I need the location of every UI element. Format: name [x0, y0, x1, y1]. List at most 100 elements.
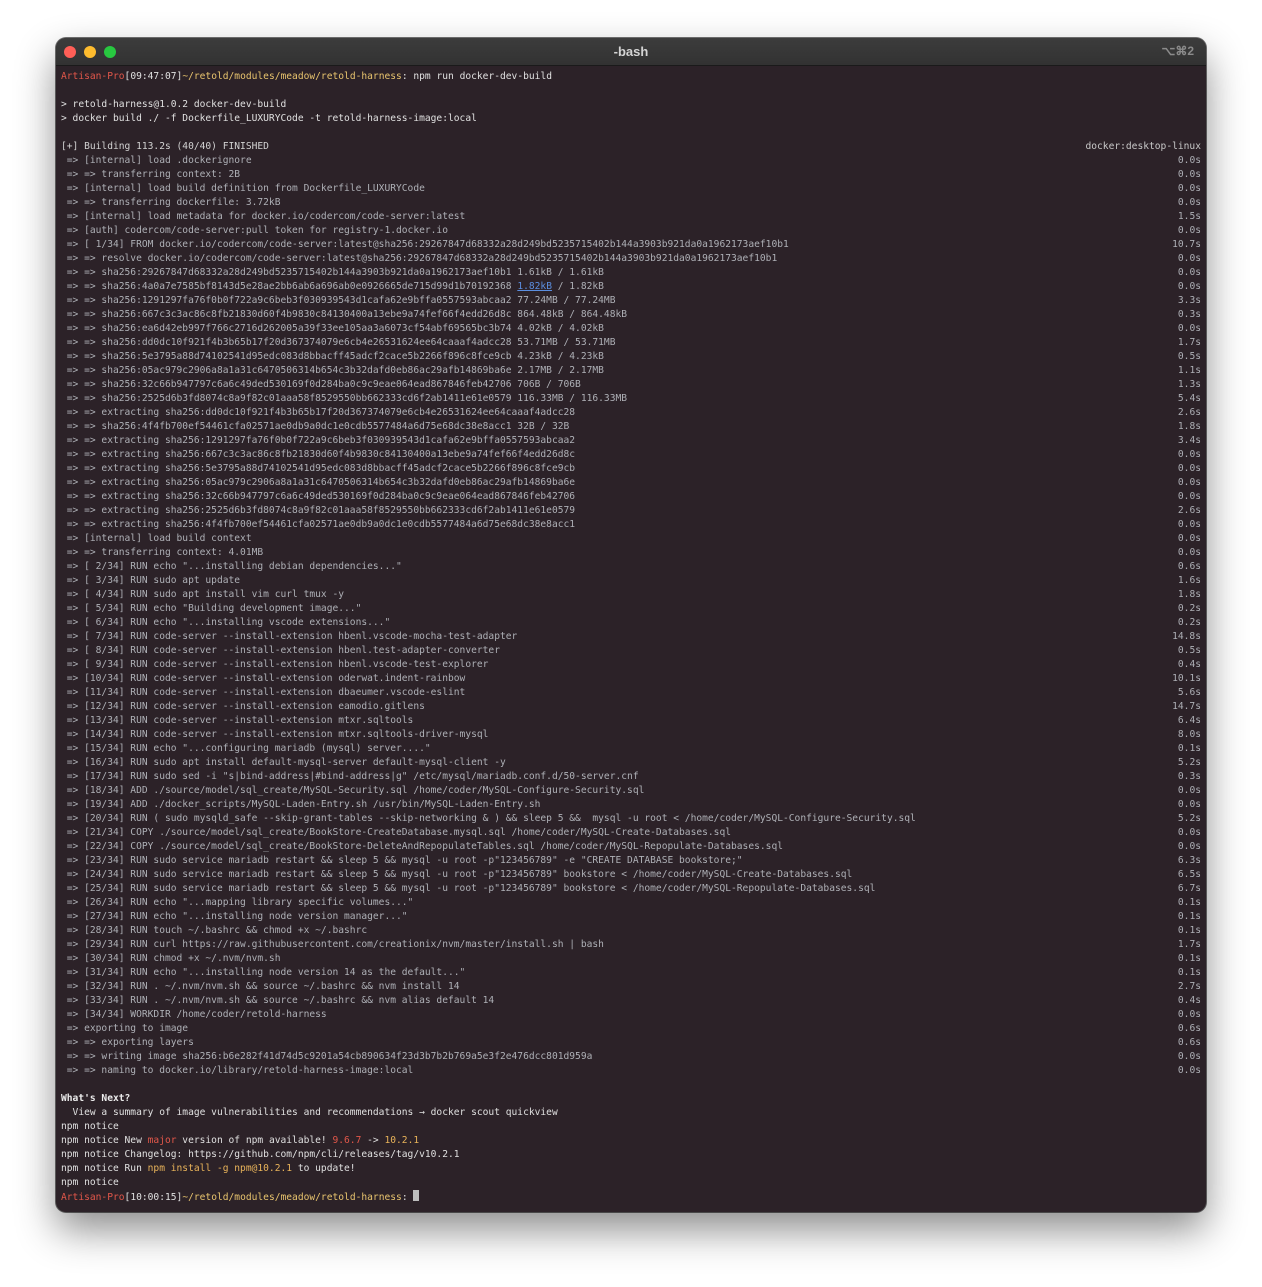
build-step-time: 1.5s — [1177, 211, 1201, 222]
build-step-text: => [32/34] RUN . ~/.nvm/nvm.sh && source… — [61, 981, 460, 992]
build-step-text: => [29/34] RUN curl https://raw.githubus… — [61, 939, 604, 950]
build-step-text: => => extracting sha256:4f4fb700ef54461c… — [61, 519, 576, 530]
build-step-text: => => sha256:05ac979c2906a8a1a31c6470506… — [61, 365, 604, 376]
text-cursor — [413, 1190, 420, 1201]
build-step-text: => [ 7/34] RUN code-server --install-ext… — [61, 631, 518, 642]
npm-notice-line: npm notice — [61, 1177, 119, 1188]
build-step-time: 14.7s — [1172, 701, 1201, 712]
build-step-time: 1.7s — [1177, 939, 1201, 950]
build-steps: => [internal] load .dockerignore 0.0s => … — [61, 154, 1201, 1078]
build-step-text: => [auth] codercom/code-server:pull toke… — [61, 225, 448, 236]
build-step-line: => [10/34] RUN code-server --install-ext… — [61, 672, 1201, 686]
build-step-text: => [14/34] RUN code-server --install-ext… — [61, 729, 489, 740]
prompt-host: Artisan-Pro — [61, 71, 125, 82]
build-step-text: => => sha256:1291297fa76f0b0f722a9c6beb3… — [61, 295, 616, 306]
build-step-text: => => extracting sha256:1291297fa76f0b0f… — [61, 435, 576, 446]
build-step-text: => [10/34] RUN code-server --install-ext… — [61, 673, 466, 684]
build-step-line: => [ 1/34] FROM docker.io/codercom/code-… — [61, 238, 1201, 252]
build-step-line: => [ 3/34] RUN sudo apt update 1.6s — [61, 574, 1201, 588]
build-step-text: => [internal] load build context — [61, 533, 252, 544]
build-step-line: => [ 7/34] RUN code-server --install-ext… — [61, 630, 1201, 644]
build-step-time: 0.0s — [1177, 155, 1201, 166]
build-step-line: => [24/34] RUN sudo service mariadb rest… — [61, 868, 1201, 882]
build-step-line: => [27/34] RUN echo "...installing node … — [61, 910, 1201, 924]
prompt-time: [09:47:07] — [124, 71, 183, 82]
build-step-time: 0.0s — [1177, 253, 1201, 264]
build-context: docker:desktop-linux — [1085, 141, 1201, 152]
terminal-output[interactable]: Artisan-Pro[09:47:07]~/retold/modules/me… — [61, 70, 1201, 1212]
prompt-line: Artisan-Pro[09:47:07]~/retold/modules/me… — [61, 70, 1201, 84]
build-step-line: => [29/34] RUN curl https://raw.githubus… — [61, 938, 1201, 952]
build-step-time: 0.0s — [1177, 323, 1201, 334]
build-step-time: 1.6s — [1177, 575, 1201, 586]
build-step-line: => [ 9/34] RUN code-server --install-ext… — [61, 658, 1201, 672]
build-step-line: => [19/34] ADD ./docker_scripts/MySQL-La… — [61, 798, 1201, 812]
build-step-time: 14.8s — [1172, 631, 1201, 642]
build-step-line: => [15/34] RUN echo "...configuring mari… — [61, 742, 1201, 756]
build-step-time: 0.4s — [1177, 995, 1201, 1006]
build-step-line: => => extracting sha256:05ac979c2906a8a1… — [61, 476, 1201, 490]
build-step-text: => [internal] load .dockerignore — [61, 155, 252, 166]
npm-notice-line: npm notice New major version of npm avai… — [61, 1134, 1201, 1148]
build-step-line: => exporting to image 0.6s — [61, 1022, 1201, 1036]
prompt-command: npm run docker-dev-build — [407, 71, 552, 82]
build-step-text: => [24/34] RUN sudo service mariadb rest… — [61, 869, 853, 880]
build-step-line: => => sha256:4a0a7e7585bf8143d5e28ae2bb6… — [61, 280, 1201, 294]
build-step-text: => => sha256:2525d6b3fd8074c8a9f82c01aaa… — [61, 393, 628, 404]
build-step-time: 0.1s — [1177, 967, 1201, 978]
build-step-text: => => sha256:dd0dc10f921f4b3b65b17f20d36… — [61, 337, 616, 348]
build-step-text: => [17/34] RUN sudo sed -i "s|bind-addre… — [61, 771, 639, 782]
build-step-time: 0.0s — [1177, 463, 1201, 474]
build-step-time: 1.1s — [1177, 365, 1201, 376]
build-step-line: => => sha256:667c3c3ac86c8fb21830d60f4b9… — [61, 308, 1201, 322]
build-step-line: => [32/34] RUN . ~/.nvm/nvm.sh && source… — [61, 980, 1201, 994]
build-step-time: 1.8s — [1177, 589, 1201, 600]
build-step-line: => => extracting sha256:1291297fa76f0b0f… — [61, 434, 1201, 448]
build-step-line: => [33/34] RUN . ~/.nvm/nvm.sh && source… — [61, 994, 1201, 1008]
build-step-line: => [12/34] RUN code-server --install-ext… — [61, 700, 1201, 714]
build-step-text: => [18/34] ADD ./source/model/sql_create… — [61, 785, 645, 796]
npm-script-line: > retold-harness@1.0.2 docker-dev-build — [61, 99, 287, 110]
build-step-text: => [internal] load build definition from… — [61, 183, 425, 194]
build-step-time: 0.0s — [1177, 519, 1201, 530]
build-step-line: => => extracting sha256:5e3795a88d741025… — [61, 462, 1201, 476]
build-step-line: => [auth] codercom/code-server:pull toke… — [61, 224, 1201, 238]
build-step-line: => [34/34] WORKDIR /home/coder/retold-ha… — [61, 1008, 1201, 1022]
npm-notice-line: npm notice — [61, 1121, 119, 1132]
title-bar: -bash ⌥⌘2 — [56, 38, 1206, 66]
build-step-line: => [internal] load build context 0.0s — [61, 532, 1201, 546]
build-step-text: => [ 9/34] RUN code-server --install-ext… — [61, 659, 489, 670]
build-step-time: 0.0s — [1177, 1009, 1201, 1020]
whats-next-heading: What's Next? — [61, 1093, 131, 1104]
build-step-line: => => sha256:32c66b947797c6a6c49ded53016… — [61, 378, 1201, 392]
build-step-text: => [23/34] RUN sudo service mariadb rest… — [61, 855, 743, 866]
prompt-line[interactable]: Artisan-Pro[10:00:15]~/retold/modules/me… — [61, 1190, 1201, 1204]
build-step-link[interactable]: 1.82kB — [517, 281, 552, 292]
build-step-text: => => exporting layers — [61, 1037, 194, 1048]
build-step-time: 2.6s — [1177, 407, 1201, 418]
build-step-line: => [18/34] ADD ./source/model/sql_create… — [61, 784, 1201, 798]
build-status: [+] Building 113.2s (40/40) FINISHED — [61, 141, 269, 152]
npm-notice-mid: version of npm available! — [176, 1135, 333, 1146]
npm-arrow: -> — [361, 1135, 385, 1146]
build-step-text: => => extracting sha256:dd0dc10f921f4b3b… — [61, 407, 576, 418]
build-step-line: => [14/34] RUN code-server --install-ext… — [61, 728, 1201, 742]
build-step-text: => [34/34] WORKDIR /home/coder/retold-ha… — [61, 1009, 327, 1020]
build-step-line: => [23/34] RUN sudo service mariadb rest… — [61, 854, 1201, 868]
build-step-line: => => extracting sha256:2525d6b3fd8074c8… — [61, 504, 1201, 518]
build-step-time: 6.3s — [1177, 855, 1201, 866]
build-step-time: 2.7s — [1177, 981, 1201, 992]
build-step-time: 10.1s — [1172, 673, 1201, 684]
build-step-line: => [30/34] RUN chmod +x ~/.nvm/nvm.sh 0.1… — [61, 952, 1201, 966]
build-step-time: 0.0s — [1177, 785, 1201, 796]
build-step-time: 0.3s — [1177, 771, 1201, 782]
build-step-line: => => extracting sha256:4f4fb700ef54461c… — [61, 518, 1201, 532]
build-step-time: 0.0s — [1177, 169, 1201, 180]
build-step-line: => => sha256:dd0dc10f921f4b3b65b17f20d36… — [61, 336, 1201, 350]
build-step-text: => [ 2/34] RUN echo "...installing debia… — [61, 561, 402, 572]
build-step-line: => [31/34] RUN echo "...installing node … — [61, 966, 1201, 980]
build-step-time: 0.0s — [1177, 1051, 1201, 1062]
build-header: [+] Building 113.2s (40/40) FINISHED dock… — [61, 140, 1201, 154]
build-step-text: => [ 8/34] RUN code-server --install-ext… — [61, 645, 500, 656]
build-step-line: => => sha256:29267847d68332a28d249bd5235… — [61, 266, 1201, 280]
